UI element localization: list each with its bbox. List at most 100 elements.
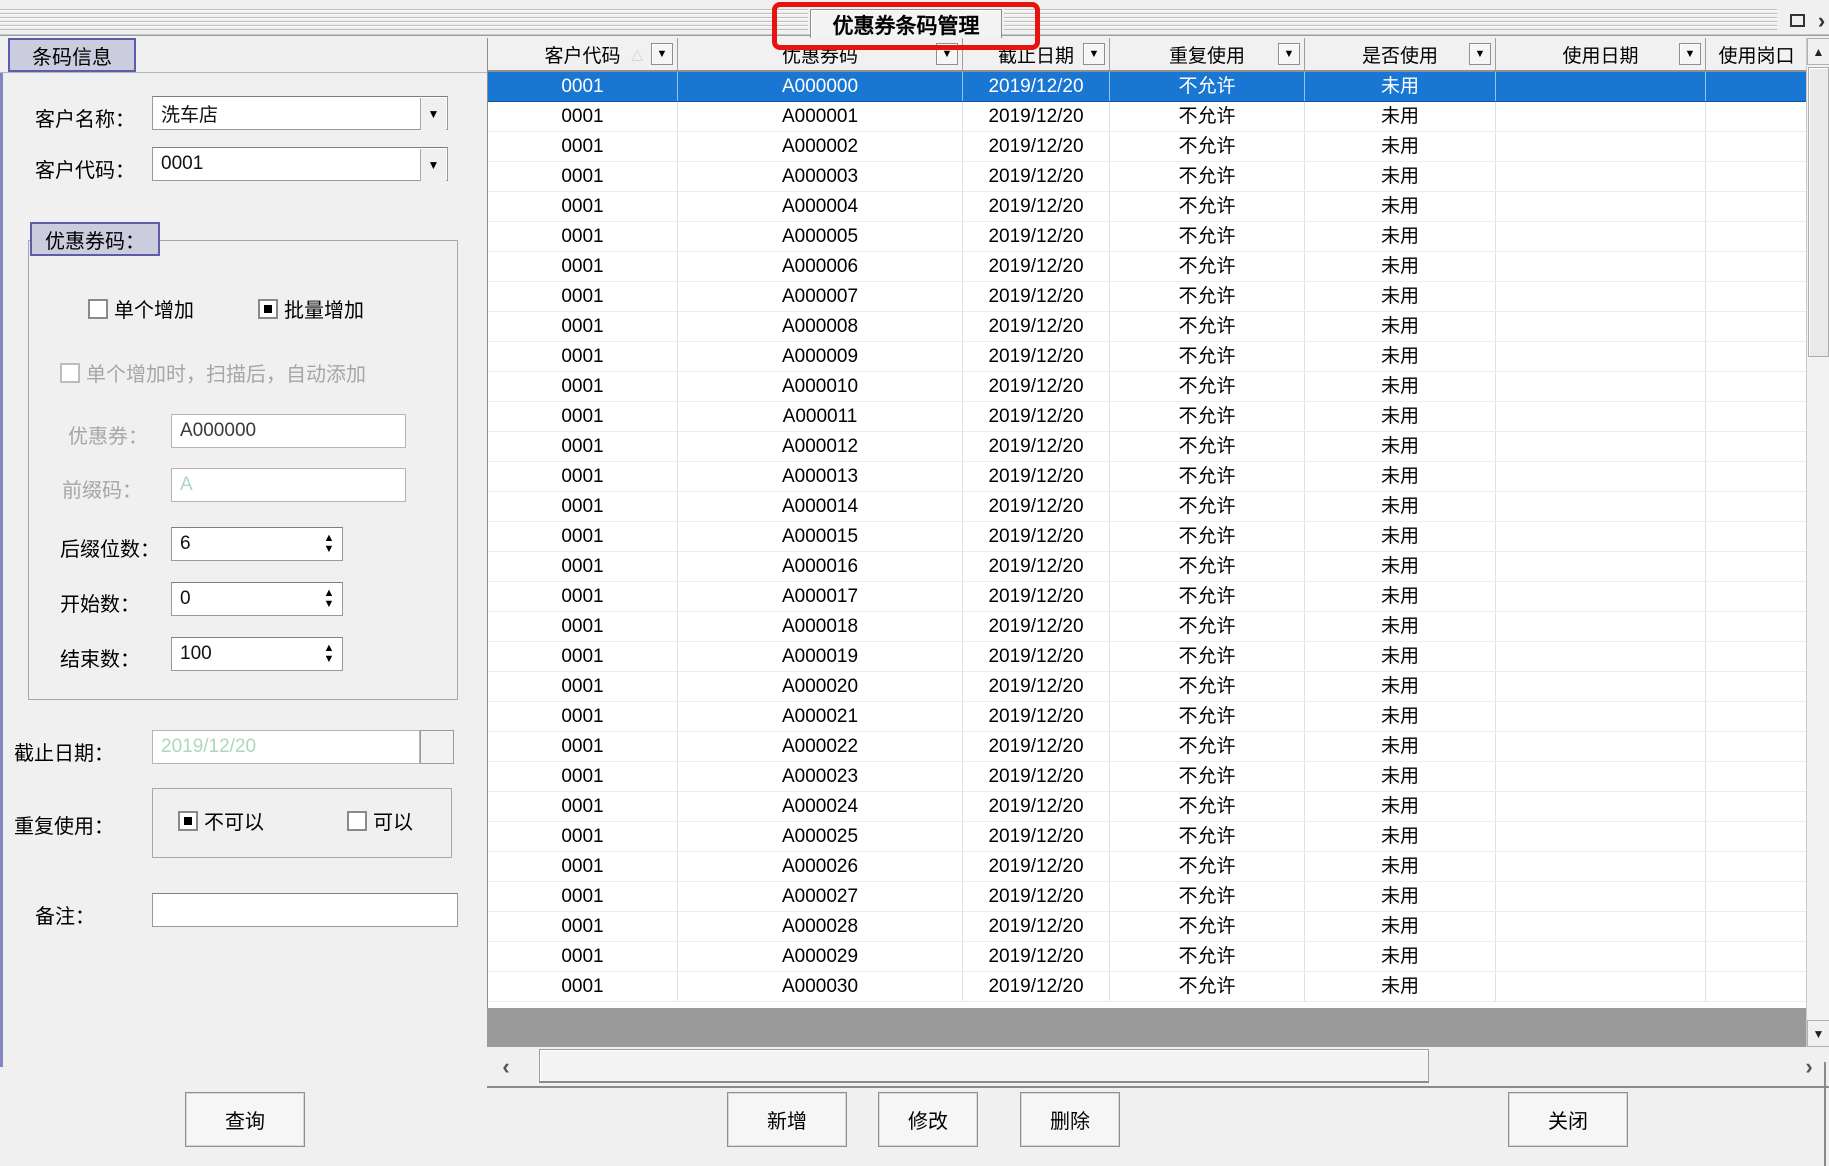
table-row[interactable]: 0001A0000222019/12/20不允许未用 [488, 732, 1807, 762]
table-row[interactable]: 0001A0000132019/12/20不允许未用 [488, 462, 1807, 492]
remark-input[interactable] [152, 893, 458, 927]
add-button[interactable]: 新增 [727, 1092, 847, 1147]
table-row[interactable]: 0001A0000212019/12/20不允许未用 [488, 702, 1807, 732]
table-row[interactable]: 0001A0000192019/12/20不允许未用 [488, 642, 1807, 672]
horizontal-scrollbar-thumb[interactable] [539, 1049, 1429, 1083]
filter-dropdown-icon[interactable]: ▼ [1469, 43, 1491, 65]
table-cell: 0001 [488, 342, 678, 371]
table-cell: A000017 [678, 582, 963, 611]
start-num-spinner[interactable]: 0 ▲▼ [171, 582, 343, 616]
coupon-value: A000000 [180, 420, 256, 442]
scroll-left-icon[interactable]: ‹ [490, 1050, 522, 1083]
table-cell [1496, 912, 1706, 941]
table-cell: 0001 [488, 552, 678, 581]
table-row[interactable]: 0001A0000172019/12/20不允许未用 [488, 582, 1807, 612]
column-header-coupon-code[interactable]: 优惠券码 ▼ [678, 38, 963, 72]
table-cell: A000029 [678, 942, 963, 971]
table-row[interactable]: 0001A0000302019/12/20不允许未用 [488, 972, 1807, 1002]
table-cell: 2019/12/20 [963, 822, 1110, 851]
suffix-digits-label: 后缀位数： [60, 533, 160, 562]
tab-barcode-info[interactable]: 条码信息 [8, 38, 136, 72]
scroll-down-icon[interactable]: ▼ [1807, 1020, 1829, 1047]
start-num-label: 开始数： [60, 588, 140, 617]
scroll-up-icon[interactable]: ▲ [1807, 38, 1829, 65]
spinner-arrows-icon[interactable]: ▲▼ [318, 640, 340, 668]
batch-add-option[interactable]: 批量增加 [258, 294, 364, 323]
horizontal-scrollbar[interactable]: ‹ › [487, 1047, 1829, 1086]
filter-dropdown-icon[interactable]: ▼ [936, 43, 958, 65]
table-row[interactable]: 0001A0000122019/12/20不允许未用 [488, 432, 1807, 462]
table-row[interactable]: 0001A0000032019/12/20不允许未用 [488, 162, 1807, 192]
maximize-button[interactable] [1785, 9, 1809, 32]
delete-button[interactable]: 删除 [1020, 1092, 1120, 1147]
table-row[interactable]: 0001A0000002019/12/20不允许未用 [488, 72, 1807, 102]
reuse-yes-checkbox[interactable] [347, 811, 367, 831]
customer-code-combobox[interactable]: 0001 ▼ [152, 147, 448, 181]
auto-add-option: 单个增加时，扫描后，自动添加 [60, 358, 366, 387]
table-row[interactable]: 0001A0000072019/12/20不允许未用 [488, 282, 1807, 312]
column-header-end-date[interactable]: 截止日期 ▼ [963, 38, 1110, 72]
table-cell [1706, 792, 1806, 821]
table-cell: 2019/12/20 [963, 852, 1110, 881]
single-add-checkbox[interactable] [88, 299, 108, 319]
table-row[interactable]: 0001A0000202019/12/20不允许未用 [488, 672, 1807, 702]
column-header-customer-code[interactable]: 客户代码 △ ▼ [488, 38, 678, 72]
modify-button[interactable]: 修改 [878, 1092, 978, 1147]
vertical-scrollbar-thumb[interactable] [1808, 67, 1829, 357]
query-button[interactable]: 查询 [185, 1092, 305, 1147]
table-row[interactable]: 0001A0000092019/12/20不允许未用 [488, 342, 1807, 372]
scroll-right-icon[interactable]: › [1793, 1050, 1825, 1083]
table-row[interactable]: 0001A0000012019/12/20不允许未用 [488, 102, 1807, 132]
table-cell: 0001 [488, 372, 678, 401]
close-button[interactable]: › [1814, 9, 1829, 32]
filter-dropdown-icon[interactable]: ▼ [1278, 43, 1300, 65]
table-row[interactable]: 0001A0000182019/12/20不允许未用 [488, 612, 1807, 642]
column-header-reuse[interactable]: 重复使用 ▼ [1110, 38, 1305, 72]
table-row[interactable]: 0001A0000112019/12/20不允许未用 [488, 402, 1807, 432]
reuse-no-checkbox[interactable] [178, 811, 198, 831]
table-cell: 未用 [1305, 912, 1496, 941]
batch-add-checkbox[interactable] [258, 299, 278, 319]
table-row[interactable]: 0001A0000242019/12/20不允许未用 [488, 792, 1807, 822]
table-row[interactable]: 0001A0000022019/12/20不允许未用 [488, 132, 1807, 162]
table-cell: 不允许 [1110, 642, 1305, 671]
table-row[interactable]: 0001A0000262019/12/20不允许未用 [488, 852, 1807, 882]
filter-dropdown-icon[interactable]: ▼ [651, 43, 673, 65]
table-row[interactable]: 0001A0000252019/12/20不允许未用 [488, 822, 1807, 852]
close-dialog-button[interactable]: 关闭 [1508, 1092, 1628, 1147]
chevron-down-icon[interactable]: ▼ [420, 149, 446, 181]
table-row[interactable]: 0001A0000062019/12/20不允许未用 [488, 252, 1807, 282]
table-row[interactable]: 0001A0000282019/12/20不允许未用 [488, 912, 1807, 942]
table-row[interactable]: 0001A0000152019/12/20不允许未用 [488, 522, 1807, 552]
table-row[interactable]: 0001A0000162019/12/20不允许未用 [488, 552, 1807, 582]
table-cell: 未用 [1305, 552, 1496, 581]
customer-name-combobox[interactable]: 洗车店 ▼ [152, 96, 448, 130]
column-header-use-station[interactable]: 使用岗口 [1706, 38, 1807, 72]
vertical-scrollbar[interactable]: ▲ ▼ [1806, 38, 1829, 1047]
table-cell: A000013 [678, 462, 963, 491]
spinner-arrows-icon[interactable]: ▲▼ [318, 530, 340, 558]
table-row[interactable]: 0001A0000292019/12/20不允许未用 [488, 942, 1807, 972]
table-row[interactable]: 0001A0000052019/12/20不允许未用 [488, 222, 1807, 252]
spinner-arrows-icon[interactable]: ▲▼ [318, 585, 340, 613]
table-cell [1496, 732, 1706, 761]
customer-name-label: 客户名称： [35, 103, 135, 132]
filter-dropdown-icon[interactable]: ▼ [1083, 43, 1105, 65]
filter-dropdown-icon[interactable]: ▼ [1679, 43, 1701, 65]
table-row[interactable]: 0001A0000272019/12/20不允许未用 [488, 882, 1807, 912]
date-picker-button[interactable] [420, 730, 454, 764]
end-num-spinner[interactable]: 100 ▲▼ [171, 637, 343, 671]
reuse-no-option[interactable]: 不可以 [178, 806, 264, 835]
table-row[interactable]: 0001A0000232019/12/20不允许未用 [488, 762, 1807, 792]
table-row[interactable]: 0001A0000142019/12/20不允许未用 [488, 492, 1807, 522]
table-row[interactable]: 0001A0000082019/12/20不允许未用 [488, 312, 1807, 342]
reuse-yes-option[interactable]: 可以 [347, 806, 413, 835]
column-header-used[interactable]: 是否使用 ▼ [1305, 38, 1496, 72]
single-add-option[interactable]: 单个增加 [88, 294, 194, 323]
suffix-digits-spinner[interactable]: 6 ▲▼ [171, 527, 343, 561]
table-row[interactable]: 0001A0000042019/12/20不允许未用 [488, 192, 1807, 222]
column-header-use-date[interactable]: 使用日期 ▼ [1496, 38, 1706, 72]
table-row[interactable]: 0001A0000102019/12/20不允许未用 [488, 372, 1807, 402]
chevron-down-icon[interactable]: ▼ [420, 98, 446, 130]
table-cell [1496, 972, 1706, 1001]
